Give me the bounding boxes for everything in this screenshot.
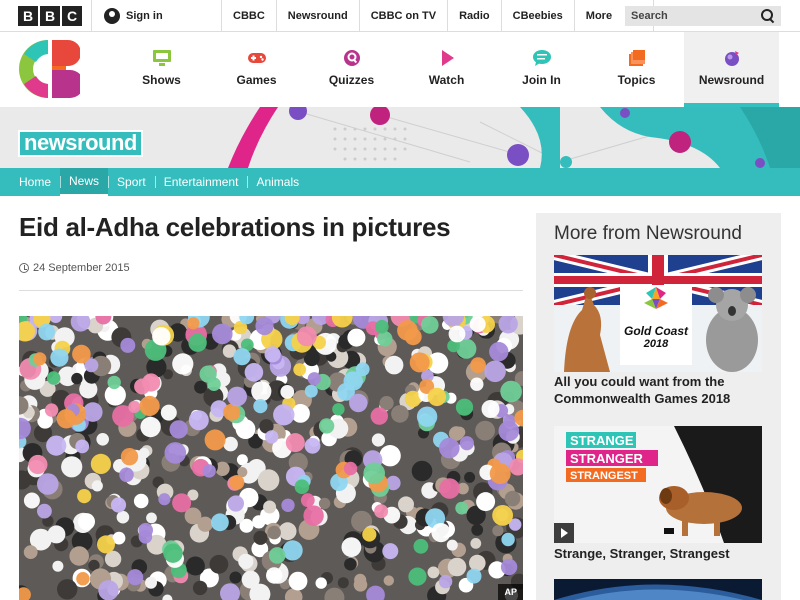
bbc-logo-letter: C	[62, 6, 82, 26]
card-caption-commonwealth[interactable]: All you could want from the Commonwealth…	[554, 373, 762, 407]
nav-label: Watch	[428, 73, 465, 87]
more-from-newsround: More from Newsround Gold Coast 2018 All …	[536, 213, 781, 600]
crowd-balloons-image	[19, 316, 523, 600]
sidebar-title: More from Newsround	[554, 223, 742, 244]
image-credit: AP	[498, 584, 523, 600]
nav-watch[interactable]: Watch	[399, 32, 494, 107]
nav-label: Newsround	[698, 73, 765, 87]
commonwealth-games-image: Gold Coast 2018	[554, 255, 762, 372]
clock-icon	[19, 263, 29, 273]
strange-tag-1: STRANGE	[570, 433, 634, 448]
subnav-home[interactable]: Home	[10, 168, 60, 196]
subnav-sport[interactable]: Sport	[108, 168, 155, 196]
article-date: 24 September 2015	[19, 262, 130, 274]
article-divider	[19, 290, 523, 291]
signin-link[interactable]: Sign in	[91, 0, 163, 32]
nav-label: Join In	[522, 73, 561, 87]
global-nav-newsround[interactable]: Newsround	[275, 0, 359, 32]
nav-label: Shows	[142, 73, 181, 87]
topics-icon	[628, 50, 645, 66]
bbc-global-nav: CBBC Newsround CBBC on TV Radio CBeebies…	[221, 0, 654, 32]
card-image-space[interactable]	[554, 579, 762, 600]
newsround-icon	[724, 51, 739, 66]
subnav-entertainment[interactable]: Entertainment	[154, 168, 248, 196]
bbc-logo-letter: B	[18, 6, 38, 26]
global-nav-cbbc-on-tv[interactable]: CBBC on TV	[358, 0, 447, 32]
gamepad-icon	[247, 53, 266, 63]
search-placeholder: Search	[631, 10, 668, 22]
nav-topics[interactable]: Topics	[589, 32, 684, 107]
user-icon	[104, 8, 120, 24]
signin-label: Sign in	[126, 10, 163, 22]
more-label: More	[585, 10, 613, 22]
card-caption-strange[interactable]: Strange, Stranger, Strangest	[554, 545, 762, 562]
card-image-commonwealth[interactable]: Gold Coast 2018	[554, 255, 762, 372]
cbbc-main-nav: Shows Games Quizzes Watch Join In Topics…	[0, 32, 800, 107]
card-image-strange[interactable]: STRANGE STRANGER STRANGEST	[554, 426, 762, 543]
subnav-news[interactable]: News	[60, 168, 109, 196]
quiz-icon	[343, 50, 360, 66]
newsround-subnav: Home News Sport Entertainment Animals	[0, 168, 800, 196]
search-box[interactable]: Search	[625, 6, 781, 26]
search-icon[interactable]	[761, 9, 775, 23]
space-image	[554, 579, 762, 600]
strange-tag-3: STRANGEST	[570, 470, 638, 482]
strange-tag-2: STRANGER	[570, 451, 644, 466]
nav-join-in[interactable]: Join In	[494, 32, 589, 107]
nav-label: Topics	[617, 73, 656, 87]
global-nav-cbbc[interactable]: CBBC	[221, 0, 276, 32]
newsround-logo[interactable]: newsround	[18, 130, 143, 157]
bbc-top-bar: B B C Sign in CBBC Newsround CBBC on TV …	[0, 0, 800, 32]
bbc-logo[interactable]: B B C	[18, 6, 82, 26]
nav-label: Quizzes	[328, 73, 375, 87]
nav-shows[interactable]: Shows	[114, 32, 209, 107]
video-play-icon[interactable]	[554, 523, 574, 543]
global-nav-cbeebies[interactable]: CBeebies	[500, 0, 574, 32]
gold-coast-logo-line1: Gold Coast	[624, 324, 689, 338]
nav-label: Games	[236, 73, 277, 87]
article-date-text: 24 September 2015	[33, 262, 130, 274]
gold-coast-logo-line2: 2018	[643, 338, 669, 350]
tv-icon	[152, 50, 171, 66]
cbbc-logo[interactable]	[18, 36, 80, 102]
global-nav-radio[interactable]: Radio	[447, 0, 501, 32]
newsround-banner: newsround	[0, 107, 800, 168]
strange-stranger-image: STRANGE STRANGER STRANGEST	[554, 426, 762, 543]
bbc-logo-letter: B	[40, 6, 60, 26]
article-title: Eid al-Adha celebrations in pictures	[19, 212, 451, 242]
cbbc-section-nav: Shows Games Quizzes Watch Join In Topics…	[114, 32, 779, 107]
play-icon	[441, 50, 454, 66]
article-hero-image: AP	[19, 316, 523, 600]
subnav-animals[interactable]: Animals	[247, 168, 308, 196]
nav-quizzes[interactable]: Quizzes	[304, 32, 399, 107]
nav-games[interactable]: Games	[209, 32, 304, 107]
nav-newsround[interactable]: Newsround	[684, 32, 779, 107]
chat-icon	[532, 50, 551, 66]
